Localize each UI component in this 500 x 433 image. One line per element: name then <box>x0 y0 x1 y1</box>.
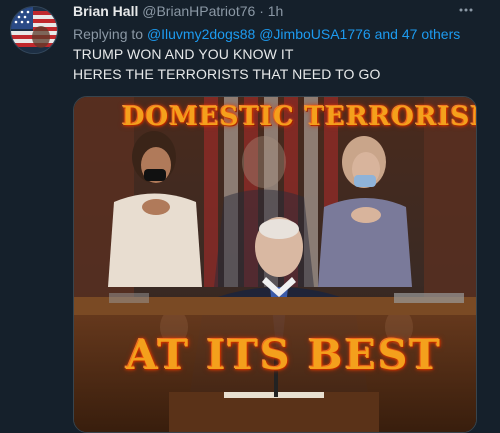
tweet: Brian Hall @BrianHPatriot76 · 1h Replyin… <box>0 0 500 433</box>
tweet-text-line: TRUMP WON AND YOU KNOW IT <box>73 46 294 62</box>
replying-prefix: Replying to <box>73 26 144 42</box>
others-link[interactable]: and 47 others <box>375 26 461 42</box>
author-handle[interactable]: @BrianHPatriot76 <box>142 3 255 19</box>
separator-dot: · <box>259 3 264 19</box>
more-options-icon[interactable] <box>458 2 474 18</box>
tweet-text-line: HERES THE TERRORISTS THAT NEED TO GO <box>73 66 381 82</box>
top-caption: DOMESTIC TERRORISM <box>122 102 477 132</box>
tweet-time[interactable]: 1h <box>268 3 284 19</box>
tweet-media-image[interactable]: DOMESTIC TERRORISM AT ITS BEST <box>73 96 477 433</box>
mention-link[interactable]: @Iluvmy2dogs88 <box>147 26 255 42</box>
tweet-header: Brian Hall @BrianHPatriot76 · 1h <box>73 3 283 19</box>
author-name[interactable]: Brian Hall <box>73 3 138 19</box>
replying-to: Replying to @Iluvmy2dogs88 @JimboUSA1776… <box>73 26 460 42</box>
avatar[interactable] <box>10 6 58 54</box>
mention-link[interactable]: @JimboUSA1776 <box>259 26 371 42</box>
bottom-caption: AT ITS BEST <box>126 331 442 379</box>
flag-avatar-icon <box>11 7 57 53</box>
meme-image <box>74 97 476 432</box>
